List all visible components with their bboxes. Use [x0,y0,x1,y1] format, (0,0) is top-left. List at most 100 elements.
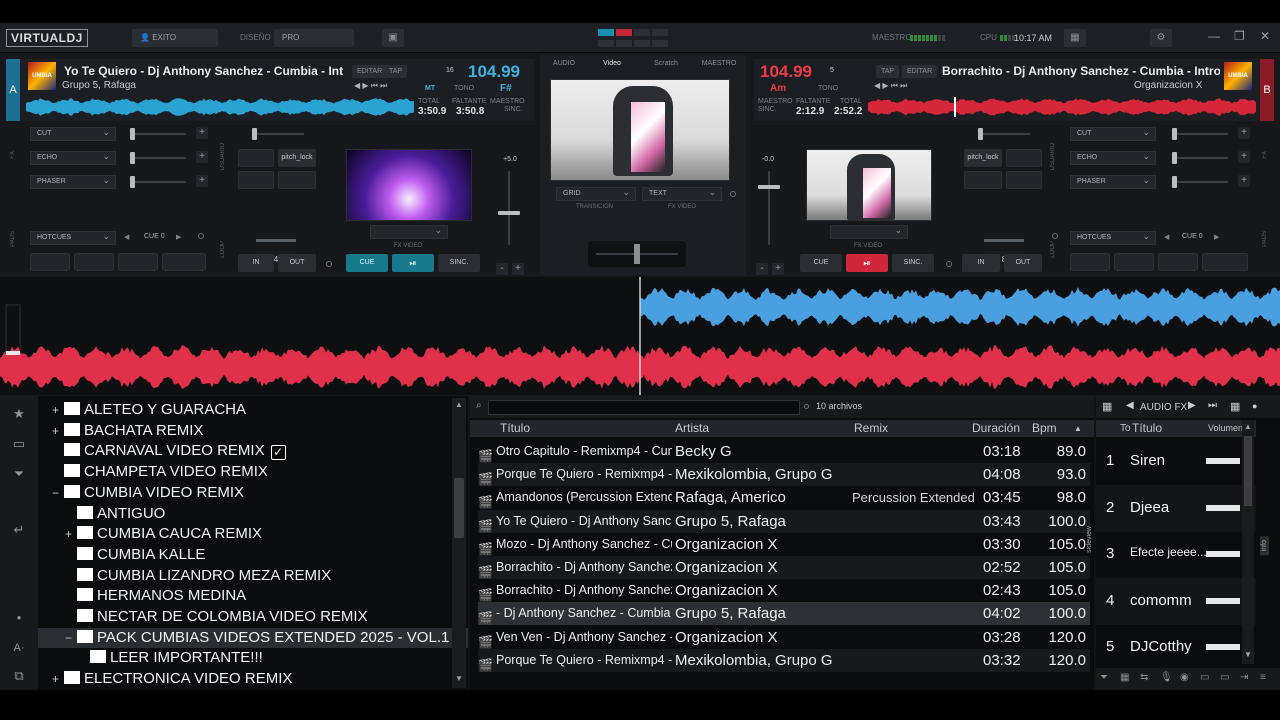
deck-a-cue-next[interactable]: ▶ [176,233,181,241]
track-row[interactable]: 🎬 Porque Te Quiero - Remixmp4 -... Mexikol… [478,463,1090,487]
folder-node[interactable]: HERMANOS MEDINA [65,586,246,606]
deck-a-fx-2-slider[interactable] [130,157,186,159]
minimize-icon[interactable]: — [1208,29,1220,43]
expand-icon[interactable]: + [52,421,64,441]
deck-b-transport-icons[interactable]: ◀ ▶ ⏮ ⏭ [874,81,907,91]
deck-a-edit-button[interactable]: EDITAR [352,65,388,78]
folder-node[interactable]: CUMBIA LIZANDRO MEZA REMIX [65,566,331,586]
deck-b-fx-2-slider[interactable] [1172,157,1228,159]
bank-next-icon[interactable]: ▶ [1188,400,1196,411]
folder-node[interactable]: + ALETEO Y GUARACHA [52,400,246,420]
deck-a-user-pad-3[interactable] [238,171,274,189]
deck-b-pad-4[interactable] [1202,253,1248,271]
deck-a-fx-2-add[interactable]: + [196,151,208,163]
col-artist[interactable]: Artista [675,420,709,437]
track-row[interactable]: 🎬 Ven Ven - Dj Anthony Sanchez -... Organi… [478,626,1090,649]
tab-video[interactable]: Video [592,57,632,71]
deck-b-fx-2-add[interactable]: + [1238,151,1250,163]
dot-icon[interactable]: ● [11,610,27,626]
grid-icon[interactable]: ▦ [1102,400,1112,413]
folder-node[interactable]: CUMBIA KALLE [65,545,205,565]
track-row[interactable]: 🎬- Dj Anthony Sanchez - Cumbia - IntrGru… [478,602,1090,626]
deck-a-user-slider[interactable] [252,133,304,135]
footer-grid-icon[interactable]: ▦ [1120,672,1129,683]
track-row[interactable]: 🎬 Borrachito - Dj Anthony Sanchez... Organ… [478,579,1090,602]
deck-a-loop-out[interactable]: OUT [278,254,316,272]
col-title[interactable]: Título [500,420,530,437]
deck-b-pitch-lock[interactable]: pitch_lock [964,149,1002,167]
checkbox-icon[interactable]: ✓ [270,445,286,461]
deck-b-pads-toggle[interactable] [1052,233,1058,239]
deck-a-fx-1[interactable]: CUT [30,126,116,141]
deck-b-pad-2[interactable] [1114,253,1154,271]
search-input[interactable] [488,400,800,415]
sampler-volume-bar[interactable] [1206,597,1240,604]
track-row[interactable]: 🎬 Yo Te Quiero - Dj Anthony Sanch... Grupo… [478,509,1090,533]
deck-b-fx-3-add[interactable]: + [1238,175,1250,187]
center-fx-video-select[interactable]: TEXT [642,186,722,201]
deck-a-loop-toggle[interactable] [326,261,332,267]
folder-node[interactable]: CHAMPETA VIDEO REMIX [52,462,268,482]
deck-a-cue-nav[interactable]: ◀ [124,233,129,241]
deck-b-loop-toggle[interactable] [946,261,952,267]
deck-b-play-pause-button[interactable]: ⏯ [846,254,888,272]
sampler-slot[interactable]: 4 comomm [1096,577,1256,625]
tab-master[interactable]: MAESTRO [696,57,742,71]
center-fx-toggle[interactable] [730,191,736,197]
sampler-slot[interactable]: 3 Efecte jeeee... [1096,531,1256,578]
col-remix[interactable]: Remix [854,420,888,437]
footer-filter-icon[interactable]: ⏷ [1100,672,1108,683]
sampler-slot[interactable]: 5 DJCotthy [1096,624,1256,671]
deck-b-pad-1[interactable] [1070,253,1110,271]
collapse-icon[interactable]: − [65,628,77,648]
track-row[interactable]: 🎬Amandonos (Percussion Extende...Rafaga,… [478,486,1090,509]
search-option-icon[interactable] [804,404,809,409]
deck-b-fx-3-slider[interactable] [1172,181,1228,183]
sampler-option-icon[interactable]: ● [1252,401,1257,411]
deck-b-overview-waveform[interactable] [868,97,1256,117]
deck-a-pad-2[interactable] [74,253,114,271]
deck-b-fx-2[interactable]: ECHO [1070,150,1156,165]
deck-a-fx-1-add[interactable]: + [196,127,208,139]
deck-a-pitch-fader[interactable] [508,171,510,245]
deck-b-cue-next[interactable]: ▶ [1214,233,1219,241]
deck-a-pads-toggle[interactable] [198,233,204,239]
deck-a-pad-1[interactable] [30,253,70,271]
expand-icon[interactable]: + [65,524,77,544]
resize-icon[interactable]: ⧉ [11,668,27,684]
sampler-volume-bar[interactable] [1206,458,1240,464]
folder-node[interactable]: + CUMBIA CAUCA REMIX [65,524,262,544]
folder-node[interactable]: + ELECTRONICA VIDEO REMIX [52,669,292,689]
footer-folder-icon[interactable]: ▭ [1200,672,1209,683]
expand-icon[interactable]: + [52,400,64,420]
star-icon[interactable]: ★ [11,406,27,422]
deck-a-sync-button[interactable]: SINC. [438,254,480,272]
deck-a-cue-button[interactable]: CUE [346,254,388,272]
deck-b-pads-select[interactable]: HOTCUES [1070,230,1156,245]
crossfader[interactable] [588,241,686,267]
deck-a-fx-3[interactable]: PHASER [30,174,116,189]
footer-menu-icon[interactable]: ≡ [1260,672,1266,683]
deck-b-cue-button[interactable]: CUE [800,254,842,272]
expand-icon[interactable]: + [52,669,64,689]
deck-a-pitch-plus[interactable]: + [512,263,524,275]
deck-a-user-pad-4[interactable] [278,171,316,189]
deck-b-edit-button[interactable]: EDITAR [902,65,938,78]
deck-b-fx-1-slider[interactable] [1172,133,1228,135]
bank-prev-icon[interactable]: ◀ [1126,400,1134,411]
deck-a-pad-3[interactable] [118,253,158,271]
deck-a-tap-button[interactable]: TAP [384,65,408,78]
track-row[interactable]: 🎬 Mozo - Dj Anthony Sanchez - Cu... Organi… [478,533,1090,556]
deck-a-loop-slider[interactable] [256,239,296,242]
deck-b-user-pad-4[interactable] [1006,171,1042,189]
deck-a-fx-3-add[interactable]: + [196,175,208,187]
folder-add-icon[interactable]: ▭ [11,436,27,452]
sideview-tab[interactable]: sideview [1086,526,1093,553]
folder-node[interactable]: NECTAR DE COLOMBIA VIDEO REMIX [65,607,368,627]
transition-select[interactable]: GRID [556,186,636,201]
deck-b-tap-button[interactable]: TAP [876,65,900,78]
sampler-volume-bar[interactable] [1206,551,1240,557]
collapse-icon[interactable]: − [52,483,64,503]
deck-b-pitch-plus[interactable]: + [772,263,784,275]
tab-audio[interactable]: AUDIO [544,57,584,71]
